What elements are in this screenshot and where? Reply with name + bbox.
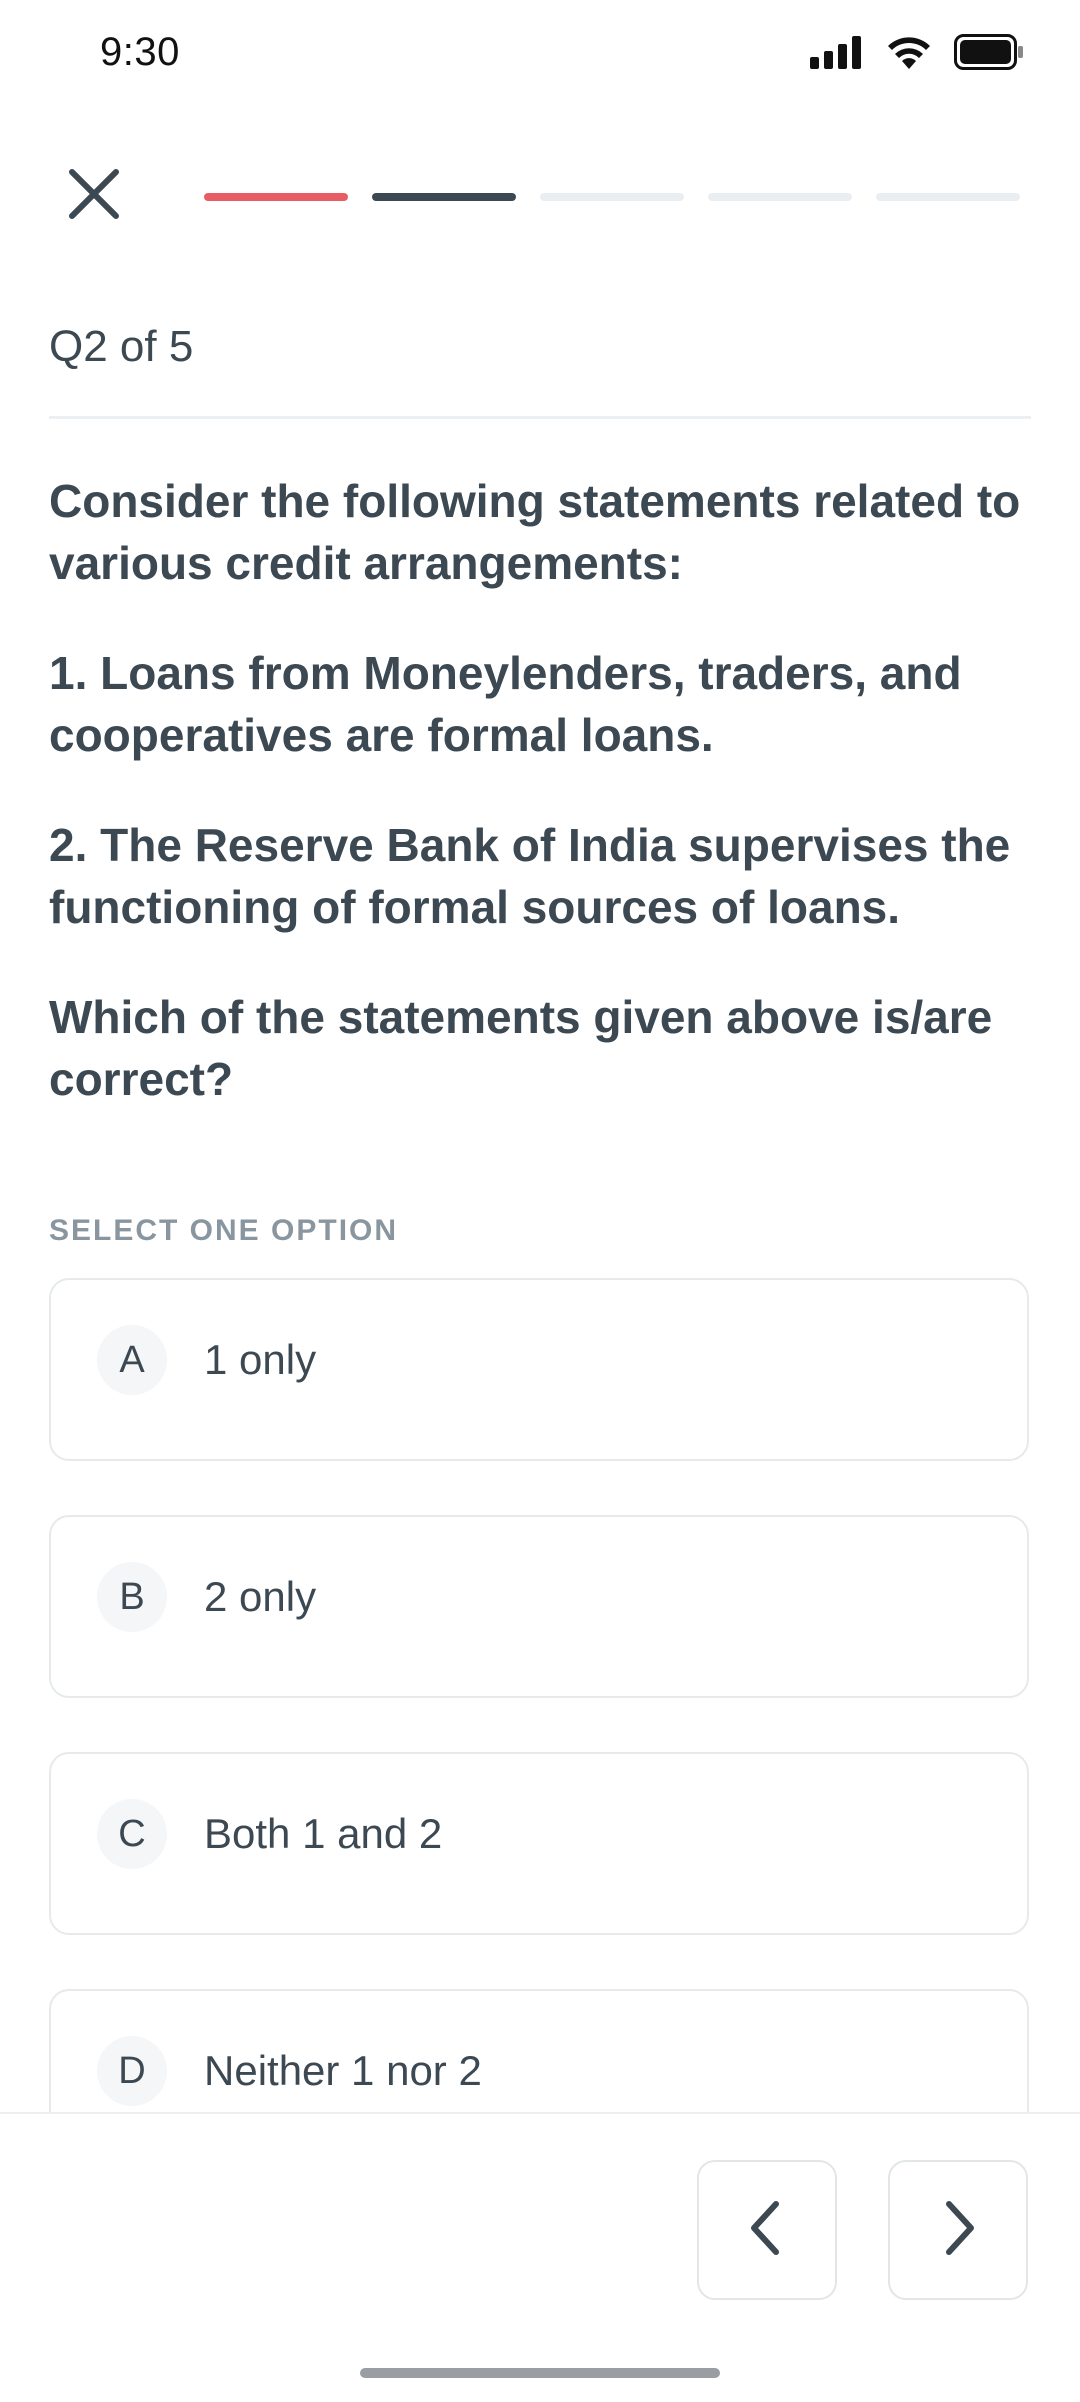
next-question-button[interactable] bbox=[888, 2160, 1028, 2300]
progress-segment-1 bbox=[204, 193, 348, 201]
status-bar: 9:30 bbox=[0, 0, 1080, 110]
option-b[interactable]: B 2 only bbox=[49, 1515, 1029, 1698]
wifi-icon bbox=[886, 35, 932, 74]
option-text: 1 only bbox=[204, 1336, 317, 1383]
header-divider bbox=[49, 416, 1031, 419]
question-prompt: Which of the statements given above is/a… bbox=[49, 991, 993, 1105]
previous-question-button[interactable] bbox=[697, 2160, 837, 2300]
status-time: 9:30 bbox=[100, 30, 180, 74]
option-text: Neither 1 nor 2 bbox=[204, 2047, 482, 2094]
home-indicator[interactable] bbox=[360, 2368, 720, 2378]
progress-segment-4 bbox=[708, 193, 852, 201]
status-icons bbox=[810, 34, 1024, 75]
option-c[interactable]: C Both 1 and 2 bbox=[49, 1752, 1029, 1935]
chevron-right-icon bbox=[933, 2198, 983, 2263]
question-counter: Q2 of 5 bbox=[49, 322, 194, 371]
question-intro: Consider the following statements relate… bbox=[49, 475, 1021, 589]
progress-segment-5 bbox=[876, 193, 1020, 201]
question-statement-2: 2. The Reserve Bank of India supervises … bbox=[49, 819, 1011, 933]
option-letter: A bbox=[97, 1325, 167, 1395]
close-button[interactable] bbox=[56, 158, 132, 234]
quiz-progress bbox=[204, 193, 1020, 201]
option-text: Both 1 and 2 bbox=[204, 1810, 443, 1857]
progress-segment-2 bbox=[372, 193, 516, 201]
option-letter: C bbox=[97, 1799, 167, 1869]
select-option-label: SELECT ONE OPTION bbox=[49, 1214, 399, 1247]
question-statement-1: 1. Loans from Moneylenders, traders, and… bbox=[49, 647, 962, 761]
option-text: 2 only bbox=[204, 1573, 317, 1620]
progress-segment-3 bbox=[540, 193, 684, 201]
question-text: Consider the following statements relate… bbox=[49, 470, 1039, 1158]
bottom-navigation bbox=[0, 2112, 1080, 2402]
battery-icon bbox=[954, 34, 1024, 75]
signal-icon bbox=[810, 35, 864, 74]
option-letter: B bbox=[97, 1562, 167, 1632]
option-letter: D bbox=[97, 2036, 167, 2106]
option-a[interactable]: A 1 only bbox=[49, 1278, 1029, 1461]
close-icon bbox=[66, 166, 122, 227]
chevron-left-icon bbox=[742, 2198, 792, 2263]
